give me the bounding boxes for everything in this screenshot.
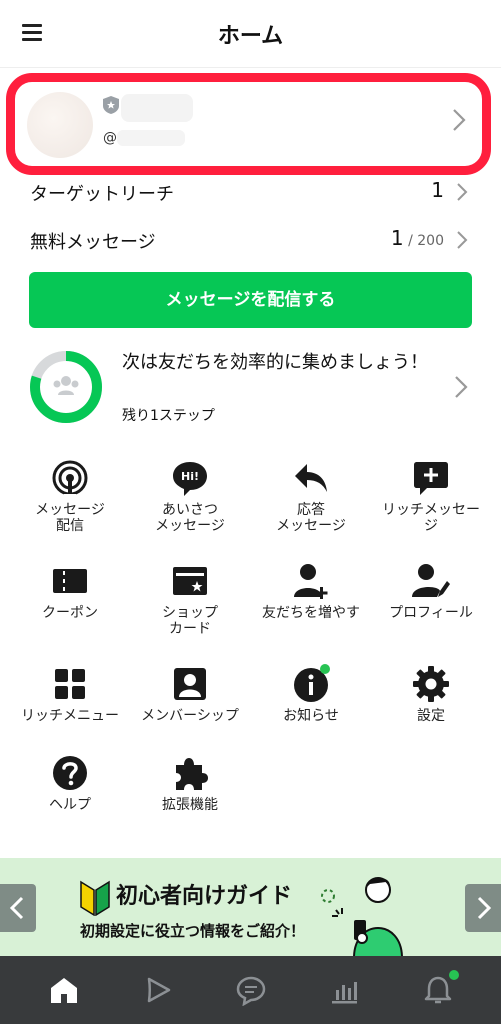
banner-next-button[interactable] [465,884,501,932]
account-name-redacted [121,94,193,122]
onboarding-progress[interactable]: 次は友だちを効率的に集めましょう！ 残り1ステップ [28,349,472,425]
tile-add-friend[interactable]: 友だちを増やす [251,561,371,621]
tab-chat[interactable] [235,974,267,1007]
bottom-tab-bar [0,956,501,1024]
banner-title: 初心者向けガイド [116,884,293,909]
tile-rich-menu[interactable]: リッチメニュー [10,664,130,724]
tab-analytics[interactable] [328,974,360,1006]
tile-shop-card[interactable]: ショップ カード [130,561,250,637]
tile-extensions[interactable]: 拡張機能 [130,753,250,813]
play-icon [147,977,171,1003]
rich-message-icon [414,462,448,495]
account-card[interactable]: @ [6,73,491,175]
shop-card-icon [173,567,207,595]
analytics-icon [332,982,357,1004]
greeting-icon: Hi! [173,462,207,496]
bell-icon [424,976,452,1004]
add-friend-icon [294,564,328,599]
free-message-value: 1 / 200 [390,226,444,250]
membership-icon [174,668,206,700]
chevron-right-icon [457,183,468,201]
page-title: ホーム [217,24,284,49]
tile-membership[interactable]: メンバーシップ [130,664,250,724]
tile-reply[interactable]: 応答 メッセージ [251,458,371,534]
chevron-right-icon [457,231,468,249]
tile-broadcast[interactable]: メッセージ 配信 [10,458,130,534]
tile-rich-message[interactable]: リッチメッセー ジ [371,458,491,534]
target-reach-row[interactable]: ターゲットリーチ 1 [30,178,470,208]
avatar [27,92,93,158]
account-id-redacted [117,130,185,146]
tab-timeline[interactable] [142,974,174,1006]
friends-icon [53,376,79,395]
beginner-mark-icon [80,880,110,916]
puzzle-icon [176,758,208,790]
tile-help[interactable]: ヘルプ [10,753,130,813]
app-header: ホーム [0,0,501,68]
send-message-button[interactable]: メッセージを配信する [29,272,472,328]
info-icon [294,664,330,702]
chevron-right-icon [477,896,492,920]
profile-edit-icon [412,564,450,597]
banner-prev-button[interactable] [0,884,36,932]
tile-settings[interactable]: 設定 [371,664,491,724]
progress-ring [30,351,102,423]
free-message-label: 無料メッセージ [30,232,156,253]
tile-profile[interactable]: プロフィール [371,561,491,621]
progress-step: 残り1ステップ [122,408,215,424]
gear-icon [413,666,449,702]
help-icon [53,756,87,790]
notification-dot [449,970,459,980]
target-reach-label: ターゲットリーチ [30,184,174,205]
chevron-right-icon [455,376,468,398]
tile-info[interactable]: お知らせ [251,664,371,724]
tile-greeting[interactable]: Hi! あいさつ メッセージ [130,458,250,534]
rich-menu-icon [55,669,85,699]
svg-text:Hi!: Hi! [181,470,199,483]
banner-subtitle: 初期設定に役立つ情報をご紹介！ [80,922,306,940]
home-icon [51,978,77,1003]
account-id-prefix: @ [103,130,117,146]
chat-icon [236,976,266,1007]
chevron-left-icon [9,896,24,920]
verified-badge-icon [103,96,119,114]
beginner-guide-banner[interactable]: 初心者向けガイド 初期設定に役立つ情報をご紹介！ [0,858,501,956]
tab-home[interactable] [48,974,80,1006]
guide-person-illustration [321,877,403,956]
tab-notifications[interactable] [422,974,454,1006]
free-message-row[interactable]: 無料メッセージ 1 / 200 [30,226,470,256]
tile-coupon[interactable]: クーポン [10,561,130,621]
broadcast-icon [52,460,88,497]
chevron-right-icon [453,109,466,131]
coupon-icon [53,569,87,593]
progress-message: 次は友だちを効率的に集めましょう！ [122,352,428,373]
reply-icon [295,464,327,492]
target-reach-value: 1 [431,178,444,202]
